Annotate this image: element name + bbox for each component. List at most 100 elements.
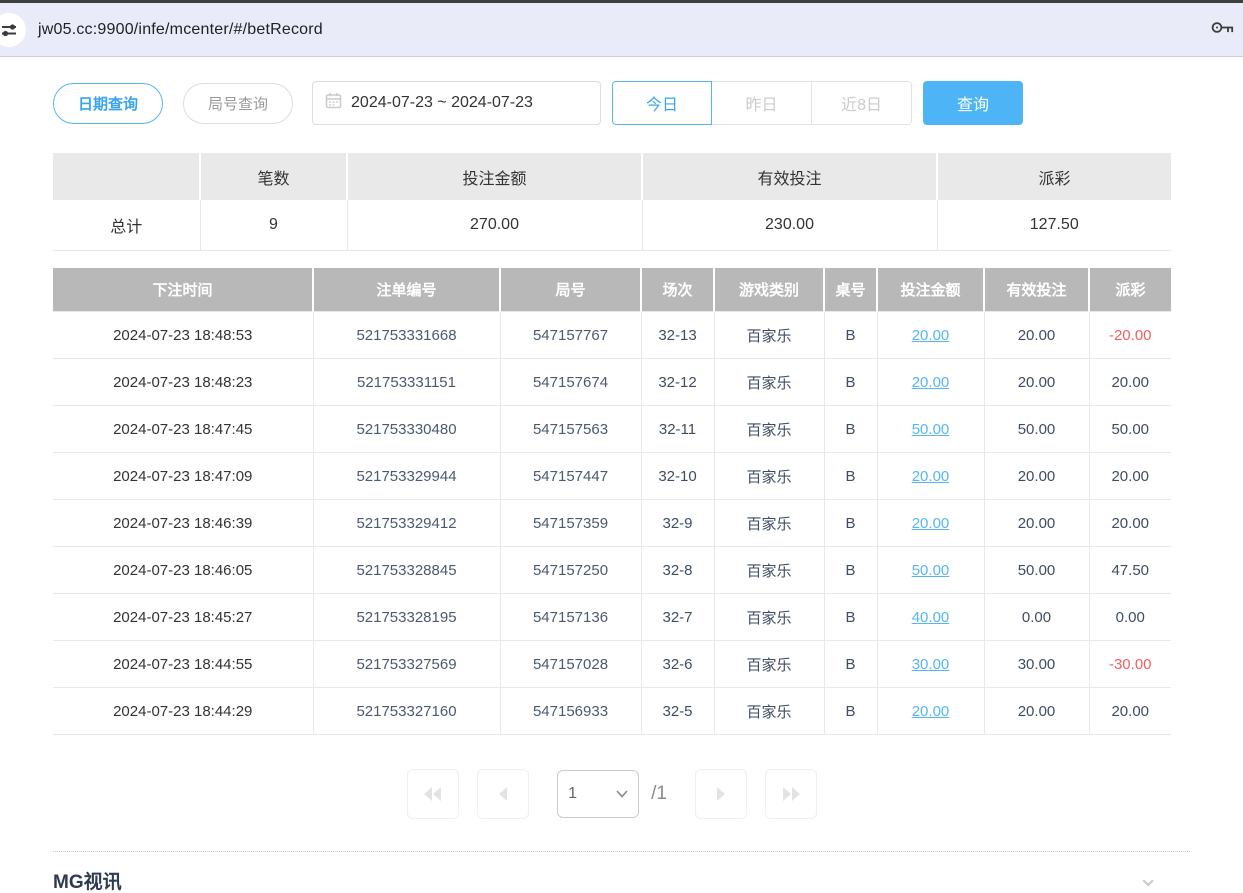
header-round-id: 局号: [500, 268, 641, 312]
round-id-cell: 547157136: [500, 594, 641, 641]
game-section-header[interactable]: MG视讯 ⌄: [53, 867, 1171, 893]
summary-header-blank: [53, 153, 200, 200]
bet-amount-link[interactable]: 20.00: [912, 327, 950, 344]
table-row: 2024-07-23 18:44:29 521753327160 5471569…: [53, 688, 1171, 735]
left-arrow-icon: [496, 786, 510, 802]
summary-header-payout: 派彩: [937, 153, 1171, 200]
summary-valid-bet-value: 230.00: [642, 200, 937, 250]
bet-time-cell: 2024-07-23 18:47:45: [53, 406, 313, 453]
valid-bet-cell: 20.00: [984, 500, 1089, 547]
table-no-cell: B: [824, 453, 877, 500]
date-range-value: 2024-07-23 ~ 2024-07-23: [351, 94, 533, 112]
order-id-cell: 521753331668: [313, 312, 500, 359]
header-valid-bet: 有效投注: [984, 268, 1089, 312]
table-no-cell: B: [824, 500, 877, 547]
bet-time-cell: 2024-07-23 18:44:55: [53, 641, 313, 688]
pagination: 1 /1: [53, 769, 1171, 819]
round-id-cell: 547156933: [500, 688, 641, 735]
order-id-cell: 521753327569: [313, 641, 500, 688]
game-type-cell: 百家乐: [714, 688, 824, 735]
collapse-chevron-icon[interactable]: ⌄: [1137, 867, 1159, 887]
summary-header-count: 笔数: [200, 153, 347, 200]
round-query-tab[interactable]: 局号查询: [183, 83, 293, 124]
game-type-cell: 百家乐: [714, 312, 824, 359]
table-row: 2024-07-23 18:46:39 521753329412 5471573…: [53, 500, 1171, 547]
summary-count-value: 9: [200, 200, 347, 250]
bet-time-cell: 2024-07-23 18:44:29: [53, 688, 313, 735]
last-page-button[interactable]: [765, 769, 817, 819]
header-bet-time: 下注时间: [53, 268, 313, 312]
session-cell: 32-6: [641, 641, 714, 688]
table-row: 2024-07-23 18:47:09 521753329944 5471574…: [53, 453, 1171, 500]
table-no-cell: B: [824, 641, 877, 688]
valid-bet-cell: 20.00: [984, 688, 1089, 735]
bet-amount-link[interactable]: 20.00: [912, 374, 950, 391]
url-text[interactable]: jw05.cc:9900/infe/mcenter/#/betRecord: [38, 21, 323, 39]
game-type-cell: 百家乐: [714, 453, 824, 500]
page-select[interactable]: 1: [557, 770, 639, 818]
session-cell: 32-7: [641, 594, 714, 641]
summary-header-row: 笔数 投注金额 有效投注 派彩: [53, 153, 1171, 200]
payout-cell: -20.00: [1089, 312, 1171, 359]
session-cell: 32-8: [641, 547, 714, 594]
bet-amount-link[interactable]: 50.00: [912, 562, 950, 579]
summary-header-bet-amount: 投注金额: [347, 153, 642, 200]
table-no-cell: B: [824, 359, 877, 406]
table-row: 2024-07-23 18:48:53 521753331668 5471577…: [53, 312, 1171, 359]
first-page-button[interactable]: [407, 769, 459, 819]
bet-amount-link[interactable]: 40.00: [912, 609, 950, 626]
valid-bet-cell: 20.00: [984, 312, 1089, 359]
header-session: 场次: [641, 268, 714, 312]
session-cell: 32-13: [641, 312, 714, 359]
session-cell: 32-5: [641, 688, 714, 735]
search-button[interactable]: 查询: [923, 81, 1023, 125]
payout-cell: 20.00: [1089, 688, 1171, 735]
bet-amount-link[interactable]: 20.00: [912, 515, 950, 532]
table-row: 2024-07-23 18:46:05 521753328845 5471572…: [53, 547, 1171, 594]
table-no-cell: B: [824, 688, 877, 735]
payout-cell: 0.00: [1089, 594, 1171, 641]
date-range-input[interactable]: 2024-07-23 ~ 2024-07-23: [312, 81, 601, 125]
payout-cell: 20.00: [1089, 453, 1171, 500]
table-no-cell: B: [824, 312, 877, 359]
header-bet-amount: 投注金额: [877, 268, 984, 312]
order-id-cell: 521753328845: [313, 547, 500, 594]
page-total: /1: [651, 783, 667, 805]
prev-page-button[interactable]: [477, 769, 529, 819]
query-toolbar: 日期查询 局号查询 2024-07-23 ~ 2024-07-23 今日 昨日 …: [53, 81, 1224, 125]
bet-amount-link[interactable]: 50.00: [912, 421, 950, 438]
table-row: 2024-07-23 18:44:55 521753327569 5471570…: [53, 641, 1171, 688]
summary-payout-value: 127.50: [937, 200, 1171, 250]
valid-bet-cell: 0.00: [984, 594, 1089, 641]
bet-record-page: 日期查询 局号查询 2024-07-23 ~ 2024-07-23 今日 昨日 …: [0, 57, 1224, 819]
double-right-arrow-icon: [780, 786, 802, 802]
session-cell: 32-11: [641, 406, 714, 453]
session-cell: 32-10: [641, 453, 714, 500]
valid-bet-cell: 20.00: [984, 453, 1089, 500]
game-type-cell: 百家乐: [714, 359, 824, 406]
bet-time-cell: 2024-07-23 18:48:23: [53, 359, 313, 406]
game-type-cell: 百家乐: [714, 406, 824, 453]
header-payout: 派彩: [1089, 268, 1171, 312]
yesterday-button[interactable]: 昨日: [712, 81, 812, 125]
order-id-cell: 521753329412: [313, 500, 500, 547]
site-controls-icon[interactable]: [0, 13, 26, 47]
key-icon[interactable]: [1211, 19, 1235, 40]
round-id-cell: 547157563: [500, 406, 641, 453]
summary-total-label: 总计: [53, 200, 200, 250]
today-button[interactable]: 今日: [612, 81, 712, 125]
bet-amount-link[interactable]: 20.00: [912, 703, 950, 720]
bet-amount-link[interactable]: 20.00: [912, 468, 950, 485]
quick-range-group: 今日 昨日 近8日: [612, 81, 912, 125]
last-8-days-button[interactable]: 近8日: [812, 81, 912, 125]
chevron-down-icon: [616, 790, 628, 798]
calendar-icon: [325, 92, 342, 114]
session-cell: 32-9: [641, 500, 714, 547]
round-id-cell: 547157359: [500, 500, 641, 547]
bet-amount-link[interactable]: 30.00: [912, 656, 950, 673]
bet-time-cell: 2024-07-23 18:45:27: [53, 594, 313, 641]
date-query-tab[interactable]: 日期查询: [53, 83, 163, 124]
browser-address-bar: jw05.cc:9900/infe/mcenter/#/betRecord: [0, 3, 1243, 57]
next-page-button[interactable]: [695, 769, 747, 819]
double-left-arrow-icon: [422, 786, 444, 802]
